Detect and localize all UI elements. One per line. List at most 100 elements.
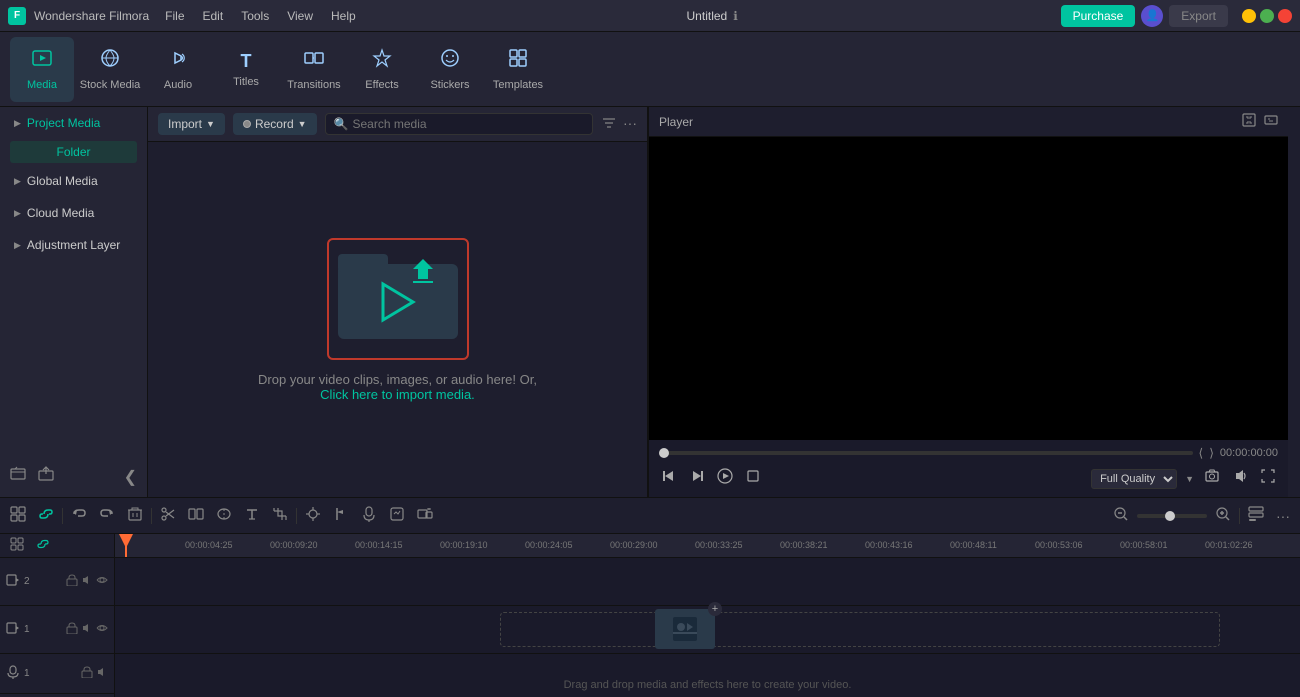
player-settings-icon[interactable] [1264, 113, 1278, 130]
sidebar-item-adjustment-layer[interactable]: ▶ Adjustment Layer [4, 230, 143, 260]
more-timeline-button[interactable]: ··· [1272, 506, 1294, 526]
audio-record-button[interactable] [357, 504, 381, 527]
zoom-in-button[interactable] [1211, 504, 1235, 527]
import-link[interactable]: Click here to import media. [320, 387, 475, 402]
user-avatar[interactable]: 👤 [1141, 5, 1163, 27]
purchase-button[interactable]: Purchase [1061, 5, 1136, 27]
collapse-sidebar-icon[interactable]: ❮ [120, 463, 141, 491]
audio-icon [167, 47, 189, 75]
screenshot-button[interactable] [1202, 466, 1222, 491]
maximize-button[interactable] [1260, 9, 1274, 23]
track-1-mute-icon[interactable] [81, 622, 93, 637]
stop-button[interactable] [743, 466, 763, 491]
record-button[interactable]: Record ▼ [233, 113, 317, 135]
sidebar-item-cloud-media[interactable]: ▶ Cloud Media [4, 198, 143, 228]
timeline-link-button[interactable] [34, 504, 58, 527]
text-button[interactable] [240, 504, 264, 527]
toolbar-titles[interactable]: T Titles [214, 37, 278, 102]
zoom-slider[interactable] [1137, 514, 1207, 518]
playhead-indicator[interactable] [119, 534, 133, 548]
timeline-ruler[interactable]: 00:00:04:25 00:00:09:20 00:00:14:15 00:0… [115, 534, 1300, 558]
crop-button[interactable] [268, 504, 292, 527]
track-2-hide-icon[interactable] [96, 574, 108, 589]
step-forward-button[interactable] [687, 466, 707, 491]
menu-help[interactable]: Help [323, 6, 364, 26]
timeline-content: 2 1 [0, 534, 1300, 697]
zoom-out-button[interactable] [1109, 504, 1133, 527]
track-2-lock-icon[interactable] [66, 574, 78, 589]
menu-bar: File Edit Tools View Help [157, 6, 364, 26]
ai-button[interactable] [385, 504, 409, 527]
track-a1-mute-icon[interactable] [96, 666, 108, 681]
media-thumb-add-button[interactable]: + [708, 602, 722, 616]
menu-file[interactable]: File [157, 6, 192, 26]
zoom-thumb[interactable] [1165, 511, 1175, 521]
new-folder-icon[interactable] [6, 462, 30, 491]
snap-button[interactable] [301, 504, 325, 527]
volume-button[interactable] [1230, 466, 1250, 491]
menu-tools[interactable]: Tools [233, 6, 277, 26]
transitions-icon [303, 47, 325, 75]
layout-button[interactable] [1244, 504, 1268, 527]
import-button[interactable]: Import ▼ [158, 113, 225, 135]
track-v1-drop-area[interactable] [500, 612, 1220, 647]
player-progress-bar[interactable]: ⟨ ⟩ 00:00:00:00 [659, 446, 1278, 460]
toolbar-templates[interactable]: Templates [486, 37, 550, 102]
quality-chevron-icon: ▼ [1185, 474, 1194, 484]
player-expand-icon[interactable] [1242, 113, 1256, 130]
timeline-add-track-button[interactable] [6, 535, 28, 556]
export-button[interactable]: Export [1169, 5, 1228, 27]
content-area: Import ▼ Record ▼ 🔍 ··· [148, 107, 647, 497]
info-icon[interactable]: ℹ [733, 9, 738, 23]
toolbar-effects[interactable]: Effects [350, 37, 414, 102]
upload-icon[interactable] [34, 462, 58, 491]
mask-button[interactable] [212, 504, 236, 527]
progress-track[interactable] [659, 451, 1193, 455]
drop-text-main: Drop your video clips, images, or audio … [258, 372, 537, 387]
sidebar-folder[interactable]: Folder [10, 141, 137, 163]
toolbar-transitions[interactable]: Transitions [282, 37, 346, 102]
track-a1-lock-icon[interactable] [81, 666, 93, 681]
mark-in-button[interactable] [329, 504, 353, 527]
track-header-top [0, 534, 114, 558]
timeline-link2-button[interactable] [32, 535, 54, 556]
sidebar-item-project-media[interactable]: ▶ Project Media [4, 108, 143, 138]
video-track-2-icon [6, 573, 20, 590]
sidebar-item-global-media[interactable]: ▶ Global Media [4, 166, 143, 196]
play-button[interactable] [715, 466, 735, 491]
project-media-label: Project Media [27, 116, 100, 130]
track-1-lock-icon[interactable] [66, 622, 78, 637]
track-2-mute-icon[interactable] [81, 574, 93, 589]
cut-button[interactable] [156, 504, 180, 527]
more-options-icon[interactable]: ··· [623, 115, 637, 134]
fullscreen-button[interactable] [1258, 466, 1278, 491]
middle-section: ▶ Project Media Folder ▶ Global Media ▶ … [0, 107, 1300, 497]
ruler-mark-9: 00:00:43:16 [865, 540, 913, 550]
timeline-drop-text: Drag and drop media and effects here to … [115, 677, 1300, 691]
step-back-button[interactable] [659, 466, 679, 491]
menu-edit[interactable]: Edit [195, 6, 232, 26]
quality-select[interactable]: Full Quality 1/2 Quality 1/4 Quality [1091, 469, 1177, 489]
close-button[interactable] [1278, 9, 1292, 23]
toolbar-stock-media[interactable]: Stock Media [78, 37, 142, 102]
menu-view[interactable]: View [279, 6, 321, 26]
delete-button[interactable] [123, 504, 147, 527]
timeline-grid-button[interactable] [6, 504, 30, 527]
redo-button[interactable] [95, 504, 119, 527]
insert-button[interactable] [413, 504, 437, 527]
toolbar-media[interactable]: Media [10, 37, 74, 102]
progress-thumb[interactable] [659, 448, 669, 458]
drag-drop-label: Drag and drop media and effects here to … [564, 679, 852, 691]
templates-label: Templates [493, 79, 543, 91]
track-header-v2: 2 [0, 558, 114, 606]
filter-icon[interactable] [601, 115, 617, 134]
track-1-hide-icon[interactable] [96, 622, 108, 637]
undo-button[interactable] [67, 504, 91, 527]
toolbar-audio[interactable]: Audio [146, 37, 210, 102]
ruler-mark-12: 00:00:58:01 [1120, 540, 1168, 550]
split-button[interactable] [184, 504, 208, 527]
left-panel: ▶ Project Media Folder ▶ Global Media ▶ … [0, 107, 648, 497]
toolbar-stickers[interactable]: Stickers [418, 37, 482, 102]
minimize-button[interactable] [1242, 9, 1256, 23]
search-input[interactable] [353, 117, 585, 131]
